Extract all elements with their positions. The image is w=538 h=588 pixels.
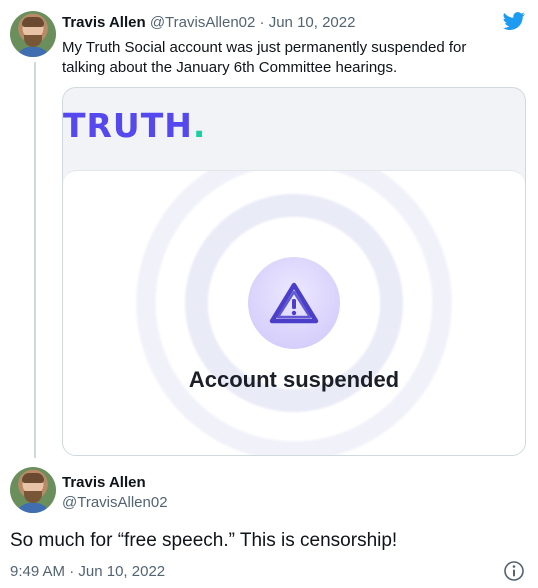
thread-line xyxy=(34,62,36,458)
tweet-text: So much for “free speech.” This is censo… xyxy=(10,530,398,551)
warning-badge xyxy=(248,257,340,349)
author-name[interactable]: Travis Allen xyxy=(62,14,146,31)
warning-triangle-icon xyxy=(269,282,319,324)
author-handle[interactable]: @TravisAllen02 xyxy=(150,14,256,31)
tweet-time[interactable]: 9:49 AM xyxy=(10,563,65,580)
tweet-date[interactable]: Jun 10, 2022 xyxy=(78,563,165,580)
tweet-timestamp[interactable]: 9:49 AM · Jun 10, 2022 xyxy=(10,563,165,580)
avatar[interactable] xyxy=(10,467,56,513)
tweet-text: My Truth Social account was just permane… xyxy=(62,39,467,76)
avatar[interactable] xyxy=(10,11,56,57)
tweet-media-card[interactable]: TRUTH. Account suspended xyxy=(62,87,526,456)
tweet-date[interactable]: Jun 10, 2022 xyxy=(269,14,356,31)
twitter-bird-icon[interactable] xyxy=(502,10,526,32)
author-handle[interactable]: @TravisAllen02 xyxy=(62,494,168,511)
suspended-panel: Account suspended xyxy=(63,170,525,455)
account-suspended-message: Account suspended xyxy=(188,367,400,392)
info-icon[interactable] xyxy=(503,560,525,582)
author-name[interactable]: Travis Allen xyxy=(62,474,146,491)
separator: · xyxy=(259,14,265,31)
separator: · xyxy=(69,563,75,580)
tweet-header: Travis Allen @TravisAllen02 · Jun 10, 20… xyxy=(62,14,355,31)
truth-social-logo: TRUTH. xyxy=(63,106,207,145)
